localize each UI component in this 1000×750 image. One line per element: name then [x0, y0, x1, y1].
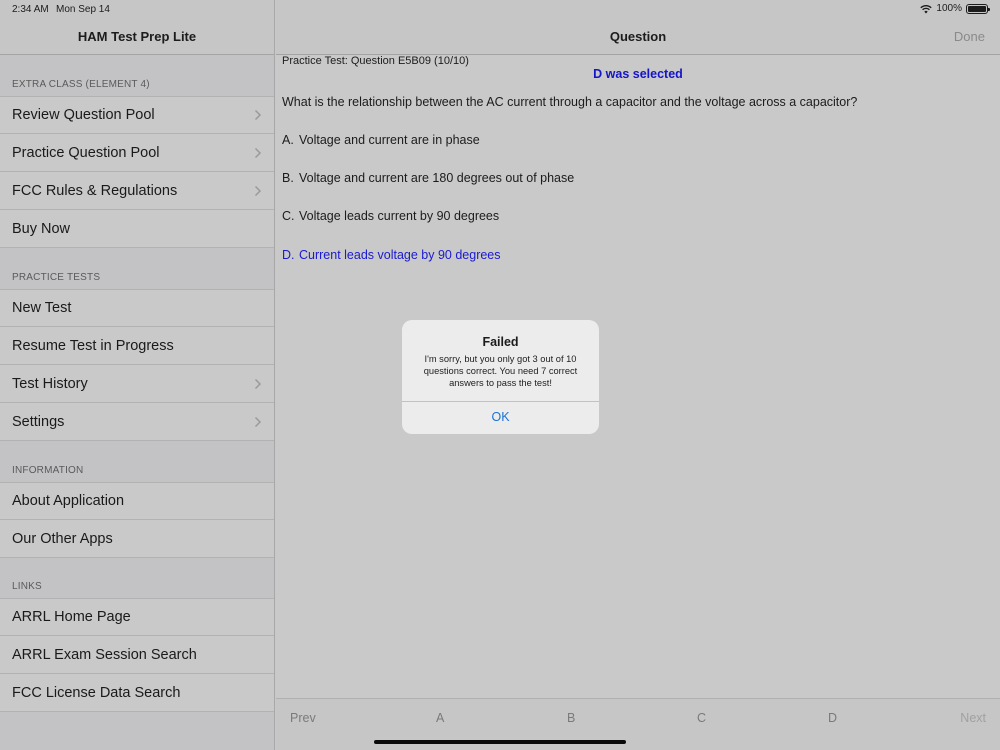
sidebar-item-fcc-license-search[interactable]: FCC License Data Search	[0, 674, 274, 712]
sidebar-item-label: Resume Test in Progress	[12, 337, 174, 354]
answer-text: Voltage and current are in phase	[299, 133, 480, 147]
sidebar-item-label: Practice Question Pool	[12, 144, 160, 161]
sidebar-item-label: About Application	[12, 493, 125, 509]
alert-ok-button[interactable]: OK	[402, 410, 599, 424]
sidebar: HAM Test Prep Lite EXTRA CLASS (ELEMENT …	[0, 0, 275, 750]
section-header-links: LINKS	[12, 581, 42, 592]
sidebar-item-resume-test[interactable]: Resume Test in Progress	[0, 327, 274, 365]
sidebar-item-arrl-home[interactable]: ARRL Home Page	[0, 598, 274, 636]
chevron-right-icon	[254, 147, 262, 158]
sidebar-item-label: FCC License Data Search	[12, 684, 181, 701]
answer-a-button[interactable]: A	[436, 711, 444, 725]
sidebar-item-settings[interactable]: Settings	[0, 403, 274, 441]
failed-alert-dialog: Failed I'm sorry, but you only got 3 out…	[402, 320, 599, 434]
sidebar-item-label: Review Question Pool	[12, 107, 155, 123]
wifi-icon	[920, 4, 933, 13]
chevron-right-icon	[254, 378, 262, 389]
sidebar-title: HAM Test Prep Lite	[77, 29, 197, 44]
sidebar-item-label: Buy Now	[12, 220, 71, 237]
sidebar-item-arrl-exam-search[interactable]: ARRL Exam Session Search	[0, 636, 274, 674]
question-text: What is the relationship between the AC …	[282, 95, 858, 109]
section-header-practice-tests: PRACTICE TESTS	[12, 272, 101, 283]
answer-d-button[interactable]: D	[828, 711, 837, 725]
answer-option-c[interactable]: C. Voltage leads current by 90 degrees	[282, 209, 499, 223]
section-information: About Application Our Other Apps	[0, 482, 274, 558]
answer-text: Voltage and current are 180 degrees out …	[299, 171, 575, 185]
answer-letter: D.	[282, 248, 295, 262]
section-header-extra-class: EXTRA CLASS (ELEMENT 4)	[12, 79, 150, 90]
section-practice-tests: New Test Resume Test in Progress Test Hi…	[0, 289, 274, 441]
page-title: Question	[609, 29, 667, 44]
done-button[interactable]: Done	[954, 29, 985, 44]
sidebar-item-label: FCC Rules & Regulations	[12, 182, 178, 199]
sidebar-item-label: Settings	[12, 413, 65, 430]
chevron-right-icon	[254, 185, 262, 196]
sidebar-item-practice-question-pool[interactable]: Practice Question Pool	[0, 134, 274, 172]
sidebar-item-new-test[interactable]: New Test	[0, 289, 274, 327]
sidebar-item-test-history[interactable]: Test History	[0, 365, 274, 403]
section-extra-class: Review Question Pool Practice Question P…	[0, 96, 274, 248]
status-bar: 2:34 AM Mon Sep 14 100%	[0, 0, 1000, 18]
answer-letter: A.	[282, 133, 294, 147]
chevron-right-icon	[254, 416, 262, 427]
answer-option-d[interactable]: D. Current leads voltage by 90 degrees	[282, 248, 501, 262]
sidebar-item-other-apps[interactable]: Our Other Apps	[0, 520, 274, 558]
home-indicator[interactable]	[374, 740, 626, 744]
sidebar-item-buy-now[interactable]: Buy Now	[0, 210, 274, 248]
answer-letter: C.	[282, 209, 295, 223]
answer-c-button[interactable]: C	[697, 711, 706, 725]
chevron-right-icon	[254, 109, 262, 121]
prev-button[interactable]: Prev	[290, 711, 316, 725]
alert-message: I'm sorry, but you only got 3 out of 10 …	[423, 354, 578, 388]
sidebar-item-label: Our Other Apps	[12, 530, 113, 547]
next-button[interactable]: Next	[960, 711, 986, 725]
section-links: ARRL Home Page ARRL Exam Session Search …	[0, 598, 274, 712]
sidebar-item-label: ARRL Home Page	[12, 609, 131, 625]
sidebar-item-about-application[interactable]: About Application	[0, 482, 274, 520]
sidebar-item-review-question-pool[interactable]: Review Question Pool	[0, 96, 274, 134]
question-id: Practice Test: Question E5B09 (10/10)	[282, 55, 469, 67]
status-time: 2:34 AM	[12, 4, 49, 15]
answer-option-b[interactable]: B. Voltage and current are 180 degrees ou…	[282, 171, 574, 185]
answer-text: Voltage leads current by 90 degrees	[299, 209, 500, 223]
main-pane: Question Done Practice Test: Question E5…	[276, 0, 1000, 750]
alert-title: Failed	[482, 335, 519, 349]
sidebar-item-label: New Test	[12, 300, 72, 316]
status-indicators: 100%	[920, 3, 990, 14]
sidebar-item-label: ARRL Exam Session Search	[12, 646, 197, 663]
sidebar-item-fcc-rules[interactable]: FCC Rules & Regulations	[0, 172, 274, 210]
section-header-information: INFORMATION	[12, 465, 84, 476]
battery-percent: 100%	[936, 3, 962, 14]
answer-option-a[interactable]: A. Voltage and current are in phase	[282, 133, 480, 147]
status-date: Mon Sep 14	[56, 4, 110, 15]
alert-divider	[402, 401, 599, 402]
answer-text: Current leads voltage by 90 degrees	[299, 248, 501, 262]
selected-banner: D was selected	[593, 67, 683, 81]
answer-b-button[interactable]: B	[567, 711, 575, 725]
answer-letter: B.	[282, 171, 294, 185]
sidebar-item-label: Test History	[12, 375, 88, 392]
battery-icon	[966, 3, 990, 14]
